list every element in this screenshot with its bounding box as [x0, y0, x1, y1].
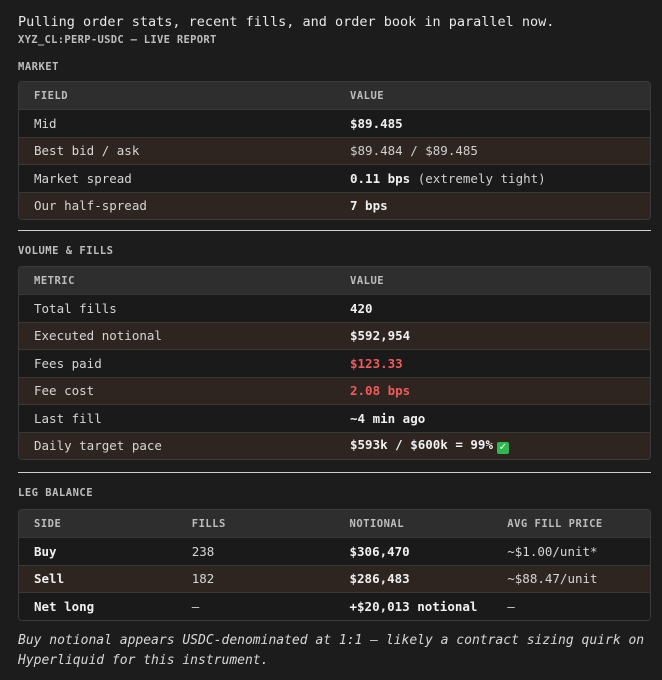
column-header: VALUE: [350, 89, 385, 102]
section-divider: [18, 472, 651, 473]
spread-value: 0.11 bps: [350, 170, 411, 186]
table-row: Market spread 0.11 bps (extremely tight): [19, 164, 650, 192]
field-label: Total fills: [34, 300, 117, 316]
notional-cell: +$20,013 notional: [349, 598, 478, 614]
report-subtitle: XYZ_CL:PERP-USDC — LIVE REPORT: [18, 34, 217, 46]
side-cell: Sell: [34, 571, 65, 587]
notional-cell: $306,470: [349, 543, 410, 559]
footnote: Buy notional appears USDC-denominated at…: [18, 632, 645, 668]
fills-cell: —: [191, 598, 200, 614]
column-header: SIDE: [34, 517, 62, 530]
field-label: Daily target pace: [34, 438, 162, 454]
table-header: SIDE FILLS NOTIONAL AVG FILL PRICE: [19, 510, 650, 537]
side-cell: Buy: [34, 543, 57, 559]
field-value: $89.485: [350, 115, 403, 131]
table-row: Buy 238 $306,470 ~$1.00/unit*: [19, 537, 650, 565]
legs-section-title: LEG BALANCE: [18, 487, 94, 499]
table-row: Mid $89.485: [19, 109, 650, 137]
column-header: FILLS: [191, 517, 226, 530]
field-value: $123.33: [350, 355, 403, 371]
field-label: Last fill: [34, 410, 102, 426]
table-header: FIELD VALUE: [19, 82, 650, 109]
table-row: Last fill ~4 min ago: [19, 404, 650, 432]
table-row: Fee cost 2.08 bps: [19, 376, 650, 404]
field-value: 7 bps: [350, 198, 388, 214]
column-header: VALUE: [350, 274, 385, 287]
side-cell: Net long: [34, 598, 95, 614]
column-header: NOTIONAL: [349, 517, 405, 530]
field-value: $89.484 / $89.485: [350, 143, 478, 159]
field-label: Our half-spread: [34, 198, 147, 214]
volume-section-title: VOLUME & FILLS: [18, 245, 114, 257]
table-row: Executed notional $592,954: [19, 321, 650, 349]
field-value: 420: [350, 300, 373, 316]
fills-cell: 238: [191, 543, 215, 559]
table-row: Total fills 420: [19, 294, 650, 322]
pace-value: $593k / $600k = 99%: [350, 437, 493, 453]
legs-table: SIDE FILLS NOTIONAL AVG FILL PRICE Buy 2…: [18, 509, 651, 621]
report: Pulling order stats, recent fills, and o…: [18, 14, 651, 671]
avg-price-cell: —: [507, 598, 515, 614]
field-label: Mid: [34, 115, 57, 131]
intro-text: Pulling order stats, recent fills, and o…: [18, 14, 555, 30]
field-label: Fee cost: [34, 383, 95, 399]
field-value: 2.08 bps: [350, 383, 411, 399]
section-divider: [18, 230, 651, 231]
table-row: Net long — +$20,013 notional —: [19, 592, 650, 620]
table-header: METRIC VALUE: [19, 267, 650, 294]
field-label: Fees paid: [34, 355, 102, 371]
notional-cell: $286,483: [349, 571, 410, 587]
table-row: Daily target pace $593k / $600k = 99% ✓: [19, 431, 650, 459]
market-section-title: MARKET: [18, 61, 59, 73]
field-value: 0.11 bps (extremely tight): [335, 171, 650, 186]
column-header: FIELD: [34, 89, 69, 102]
table-row: Sell 182 $286,483 ~$88.47/unit: [19, 564, 650, 592]
field-label: Best bid / ask: [34, 143, 140, 159]
fills-cell: 182: [191, 571, 215, 587]
spread-note: (extremely tight): [410, 170, 546, 186]
column-header: METRIC: [34, 274, 75, 287]
table-row: Our half-spread 7 bps: [19, 191, 650, 219]
field-value: $592,954: [350, 328, 411, 344]
avg-price-cell: ~$1.00/unit*: [507, 543, 598, 559]
avg-price-cell: ~$88.47/unit: [507, 571, 598, 587]
field-value: $593k / $600k = 99% ✓: [335, 437, 650, 455]
column-header: AVG FILL PRICE: [507, 517, 603, 530]
field-label: Executed notional: [34, 328, 162, 344]
field-label: Market spread: [34, 170, 132, 186]
table-row: Best bid / ask $89.484 / $89.485: [19, 136, 650, 164]
field-value: ~4 min ago: [350, 410, 426, 426]
volume-table: METRIC VALUE Total fills 420 Executed no…: [18, 266, 651, 460]
market-table: FIELD VALUE Mid $89.485 Best bid / ask $…: [18, 81, 651, 220]
check-mark-icon: ✓: [497, 442, 509, 455]
table-row: Fees paid $123.33: [19, 349, 650, 377]
